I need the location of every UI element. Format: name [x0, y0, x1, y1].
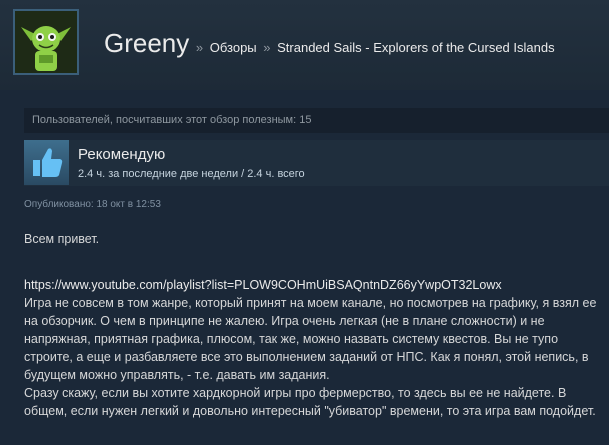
playtime-hours: 2.4 ч. за последние две недели / 2.4 ч. …	[78, 168, 305, 180]
profile-header: Greeny » Обзоры » Stranded Sails - Explo…	[0, 0, 609, 90]
breadcrumb-game-link[interactable]: Stranded Sails - Explorers of the Cursed…	[277, 40, 554, 55]
avatar-frame[interactable]	[13, 9, 79, 75]
review-paragraph: Игра не совсем в том жанре, который прин…	[24, 296, 597, 382]
helpful-count-text: Пользователей, посчитавших этот обзор по…	[32, 114, 312, 126]
breadcrumb-separator: »	[263, 40, 271, 55]
goblin-avatar-icon	[15, 11, 77, 73]
posted-date: Опубликовано: 18 окт в 12:53	[24, 199, 161, 210]
thumb-up-badge	[24, 140, 69, 185]
breadcrumb-separator: »	[195, 40, 204, 55]
breadcrumb: Greeny » Обзоры » Stranded Sails - Explo…	[104, 28, 555, 59]
recommendation-title[interactable]: Рекомендую	[78, 146, 165, 163]
thumbs-up-icon	[33, 148, 63, 177]
breadcrumb-reviews-link[interactable]: Обзоры	[210, 40, 257, 55]
persona-name-link[interactable]: Greeny	[104, 28, 189, 58]
avatar[interactable]	[15, 11, 77, 73]
review-body: Всем привет. https://www.youtube.com/pla…	[24, 230, 604, 420]
review-paragraph: Сразу скажу, если вы хотите хардкорной и…	[24, 386, 596, 418]
review-greeting: Всем привет.	[24, 232, 100, 246]
youtube-playlist-link[interactable]: https://www.youtube.com/playlist?list=PL…	[24, 276, 604, 294]
